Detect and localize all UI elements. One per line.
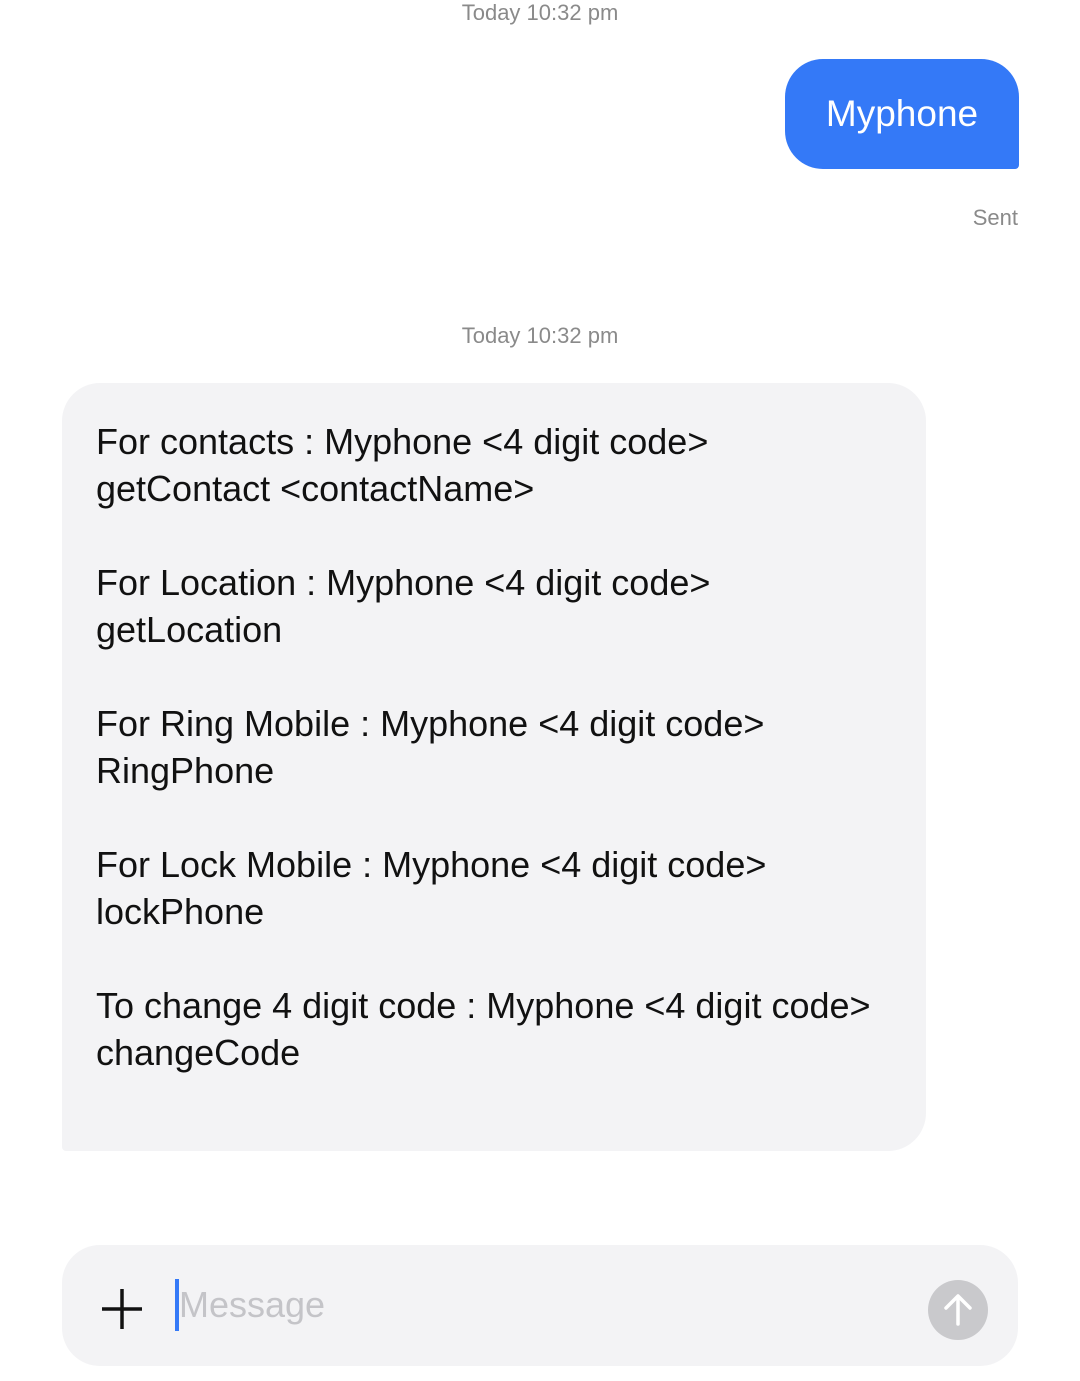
add-attachment-button[interactable] [100,1287,144,1331]
message-paragraph: For Lock Mobile : Myphone <4 digit code>… [96,844,767,932]
arrow-up-icon [944,1294,972,1326]
send-button[interactable] [928,1280,988,1340]
message-input[interactable] [179,1275,909,1335]
message-paragraph: For Ring Mobile : Myphone <4 digit code>… [96,703,765,791]
sent-status-label: Sent [972,205,1018,230]
message-paragraph: For contacts : Myphone <4 digit code> ge… [96,421,709,509]
message-paragraph: For Location : Myphone <4 digit code> ge… [96,562,711,650]
received-message-bubble[interactable]: For contacts : Myphone <4 digit code> ge… [62,383,926,1151]
message-paragraph: To change 4 digit code : Myphone <4 digi… [96,985,871,1073]
sent-message-text: Myphone [825,93,979,134]
message-timestamp: Today 10:32 pm [461,0,619,25]
sent-message-bubble[interactable]: Myphone [785,59,1019,169]
message-composer [62,1245,1018,1366]
plus-icon [102,1289,142,1329]
conversation-screen: Today 10:32 pm Myphone Sent Today 10:32 … [0,0,1080,1381]
message-timestamp: Today 10:32 pm [461,323,619,348]
